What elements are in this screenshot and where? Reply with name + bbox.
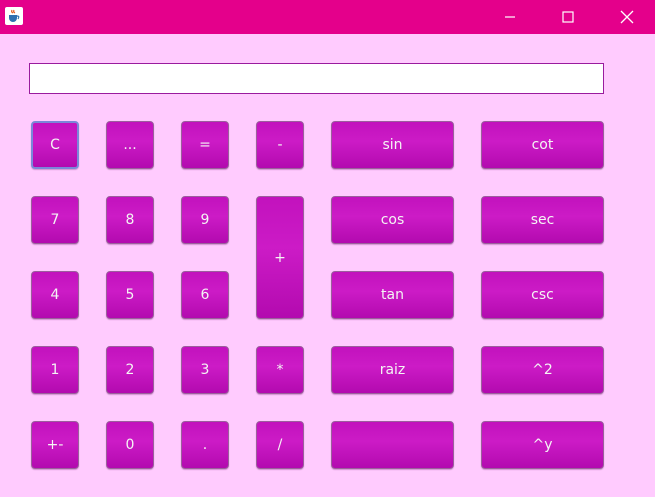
minimize-icon[interactable] xyxy=(486,0,534,34)
blank-button[interactable] xyxy=(331,421,454,469)
digit-8-button[interactable]: 8 xyxy=(106,196,154,244)
clear-button[interactable]: C xyxy=(31,121,79,169)
close-icon[interactable] xyxy=(603,0,651,34)
display-field[interactable] xyxy=(29,63,604,94)
cos-button[interactable]: cos xyxy=(331,196,454,244)
cot-button[interactable]: cot xyxy=(481,121,604,169)
digit-7-button[interactable]: 7 xyxy=(31,196,79,244)
sqrt-button[interactable]: raiz xyxy=(331,346,454,394)
tan-button[interactable]: tan xyxy=(331,271,454,319)
sin-button[interactable]: sin xyxy=(331,121,454,169)
minus-button[interactable]: - xyxy=(256,121,304,169)
digit-9-button[interactable]: 9 xyxy=(181,196,229,244)
decimal-button[interactable]: . xyxy=(181,421,229,469)
power-button[interactable]: ^y xyxy=(481,421,604,469)
java-cup-icon[interactable] xyxy=(5,7,23,25)
square-button[interactable]: ^2 xyxy=(481,346,604,394)
title-bar xyxy=(0,0,655,34)
digit-5-button[interactable]: 5 xyxy=(106,271,154,319)
ellipsis-button[interactable]: ... xyxy=(106,121,154,169)
sec-button[interactable]: sec xyxy=(481,196,604,244)
digit-6-button[interactable]: 6 xyxy=(181,271,229,319)
digit-3-button[interactable]: 3 xyxy=(181,346,229,394)
digit-0-button[interactable]: 0 xyxy=(106,421,154,469)
equals-button[interactable]: = xyxy=(181,121,229,169)
divide-button[interactable]: / xyxy=(256,421,304,469)
plus-minus-button[interactable]: +- xyxy=(31,421,79,469)
digit-1-button[interactable]: 1 xyxy=(31,346,79,394)
digit-2-button[interactable]: 2 xyxy=(106,346,154,394)
csc-button[interactable]: csc xyxy=(481,271,604,319)
digit-4-button[interactable]: 4 xyxy=(31,271,79,319)
maximize-icon[interactable] xyxy=(544,0,592,34)
multiply-button[interactable]: * xyxy=(256,346,304,394)
plus-button[interactable]: + xyxy=(256,196,304,319)
